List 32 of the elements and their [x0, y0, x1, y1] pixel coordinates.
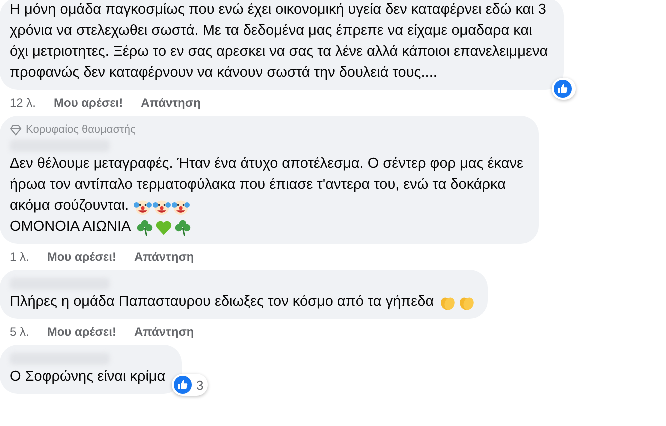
- comment-text: Δεν θέλουμε μεταγραφές. Ήταν ένα άτυχο αποτέλεσμα. Ο σέντερ φορ μας έκανε: [10, 154, 524, 174]
- reply-link[interactable]: Απάντηση: [134, 323, 194, 341]
- comment-text: ήρωα τον αντίπαλο τερματοφύλακα που έπιασε τ'αντερα του, ενώ τα δοκάρκα: [10, 176, 506, 195]
- comment-time[interactable]: 1 λ.: [10, 248, 30, 266]
- comment-text: όχι μετριοτητες. Ξέρω το εν σας αρεσκει να σας τα λένε αλλά κάποιοι επανελειμμενα: [10, 42, 548, 62]
- comment-text: ακόμα σούζουνται.: [10, 196, 130, 216]
- comment-time[interactable]: 12 λ.: [10, 94, 36, 112]
- reaction-count: 3: [196, 378, 204, 392]
- shamrock-icon: [136, 218, 154, 236]
- comment-text: χρόνια να στελεχωθει σωστά. Με τα δεδομένα μας έπρεπε να είχαμε ομαδαρα και: [10, 22, 532, 41]
- comment-text: Πλήρες η ομάδα Παπασταυρου εδιωξες τον κόσμο από τα γήπεδα: [10, 292, 434, 312]
- comment-time[interactable]: 5 λ.: [10, 323, 30, 341]
- clown-face-icon: [172, 198, 190, 216]
- like-link[interactable]: Μου αρέσει!: [54, 94, 124, 112]
- comment-text: Ο Σοφρώνης είναι κρίμα: [10, 368, 166, 387]
- clown-face-icon: [134, 198, 152, 216]
- like-link[interactable]: Μου αρέσει!: [47, 323, 116, 341]
- thumbs-up-icon: [174, 376, 192, 394]
- diamond-icon: [10, 124, 22, 136]
- comment-text: Η μόνη ομάδα παγκοσμίως που ενώ έχει οικονομική υγεία δεν καταφέρνει εδώ και 3: [10, 0, 546, 20]
- clown-face-icon: [153, 198, 172, 216]
- like-reaction-badge[interactable]: [552, 78, 576, 100]
- top-fan-label: Κορυφαίος θαυμαστής: [26, 122, 136, 138]
- comment-text: ΟΜΟΝΟΙΑ ΑΙΩΝΙΑ: [10, 218, 132, 237]
- shamrock-icon: [174, 218, 192, 236]
- like-link[interactable]: Μου αρέσει!: [47, 248, 116, 266]
- reply-link[interactable]: Απάντηση: [141, 94, 201, 112]
- heart-icon: [155, 218, 174, 236]
- comment-text: προφανώς δεν καταφέρνουν να κάνουν σωστά την δουλειά τους....: [10, 64, 438, 83]
- like-reaction-badge[interactable]: 3: [172, 374, 208, 396]
- reply-link[interactable]: Απάντηση: [134, 248, 194, 266]
- thumbs-up-icon: [554, 80, 572, 98]
